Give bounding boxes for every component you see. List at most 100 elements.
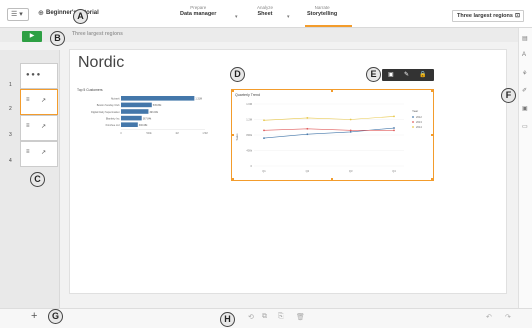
nav-prepare-chevron-icon[interactable]: ▾ [235,14,238,20]
callout-e: E [366,67,381,82]
top-customers-bar-chart[interactable]: Top 5 Customers Nutravit 1.31M Boston Sunda… [77,86,213,146]
line-x-tick-label: Q1 [262,169,266,173]
callout-a: A [73,9,88,24]
undo-icon[interactable]: ⟲ [248,313,254,321]
bar-category-label: Kimchee Ltd [106,124,121,127]
edit-icon[interactable]: ✎ [404,71,409,78]
bar-category-label: Blankety Inc [106,117,120,120]
thumbnail-number: 4 [9,158,12,164]
line-point [306,117,309,119]
nav-analyze-small: Analyze [257,5,274,10]
sheet-icon[interactable]: ▤ [522,35,528,42]
nav-analyze-chevron-icon[interactable]: ▾ [287,14,290,20]
legend-swatch [412,116,414,118]
media-icon[interactable]: ▣ [522,105,528,112]
sheet-selector-label: Three largest regions [457,13,513,19]
bar-x-tick-label: 500k [146,132,152,135]
bar-category-label: Digital Dairy Supermarket [91,111,120,114]
line-chart-icon: ↗ [41,98,47,104]
sheet-list-icon: ⊡ [514,13,520,19]
callout-c: C [30,172,45,187]
callout-b: B [50,31,65,46]
legend-label: 2012 [416,115,422,119]
callout-d: D [230,67,245,82]
thumbnail-slide-4[interactable]: ≡ ↗ [20,141,58,167]
legend-label: 2014 [416,125,422,129]
resize-handle [232,90,234,92]
bar-category-label: Nutravit [111,98,120,101]
global-menu-button[interactable]: ☰ ▾ [7,8,29,21]
story-slide-title: Three largest regions [72,31,123,37]
copy-icon[interactable]: ⎘ [278,313,284,321]
line-y-tick-label: 400k [246,149,252,153]
bar-value-label: 367.84k [143,117,152,120]
shapes-icon[interactable]: ⚘ [522,70,527,77]
legend-swatch [412,126,414,128]
bar-mark [121,115,142,121]
resize-handle [431,134,433,136]
bar-mark [121,122,138,127]
resize-handle [431,178,433,180]
line-point [306,127,309,130]
nav-prepare[interactable]: Prepare Data manager [180,5,216,17]
effects-icon[interactable]: ✐ [522,87,527,94]
line-x-tick-label: Q2 [306,169,310,173]
add-slide-icon[interactable]: + [31,310,37,322]
line-point [263,119,265,122]
lock-icon[interactable]: 🔒 [419,71,426,78]
bar-value-label: 493.03k [149,111,158,114]
back-icon[interactable]: ↶ [486,313,492,321]
thumbnail-slide-3[interactable]: ≡ ↗ [20,115,58,141]
dots-icon: ● ● ● [26,72,41,78]
bar-mark [121,96,195,101]
bar-x-tick-label: 0 [120,132,122,135]
line-chart-icon: ↗ [41,150,47,156]
bar-chart-icon: ≡ [26,97,30,103]
line-point [393,129,395,132]
callout-h: H [220,312,235,327]
line-chart-icon: ↗ [41,124,47,130]
snapshot-icon[interactable]: ▣ [388,71,394,78]
bar-mark [121,102,152,108]
nav-analyze[interactable]: Analyze Sheet [257,5,273,17]
bar-value-label: 1.31M [195,98,202,101]
duplicate-icon[interactable]: ⧉ [262,313,267,321]
active-tab-indicator [305,25,352,27]
nav-narrate[interactable]: Narrate Storytelling [307,5,337,17]
nav-prepare-label: Data manager [180,11,217,17]
legend-label: 2013 [416,120,422,124]
forward-icon[interactable]: ↷ [505,313,511,321]
embed-sheet-icon[interactable]: ▭ [522,123,528,130]
legend-swatch [412,121,414,123]
bar-chart-icon: ≡ [26,123,30,129]
resize-handle [331,178,333,180]
nav-narrate-label: Storytelling [307,11,338,17]
line-point [393,115,395,118]
thumbnail-slide-1[interactable]: ● ● ● [20,63,58,89]
resize-handle [232,178,234,180]
bar-category-label: Boston Sunday Club [97,104,120,107]
line-y-tick-label: 0 [251,164,253,168]
legend-title: Year [412,109,418,113]
bar-mark [121,109,149,114]
resize-handle [431,90,433,92]
quarterly-trend-chart-frame[interactable]: Quarterly Trend 0 400k 800k 1.2M 1.6M Sales Q1 Q… [231,89,434,181]
delete-icon[interactable]: 🗑 [296,313,305,321]
object-toolbar: ▣ ✎ 🔒 [382,69,434,81]
line-point [263,137,265,139]
line-point [263,129,265,132]
line-y-tick-label: 1.2M [246,118,252,122]
line-x-tick-label: Q3 [349,169,353,173]
thumbnail-number: 3 [9,132,12,138]
line-y-axis-label: Sales [235,133,239,141]
callout-f: F [501,88,516,103]
text-icon[interactable]: A [522,52,526,58]
line-point [306,133,309,136]
callout-g: G [48,309,63,324]
bar-value-label: 545.83k [153,104,162,107]
thumbnail-slide-2[interactable]: ≡ ↗ [20,89,58,115]
line-x-tick-label: Q4 [392,169,396,173]
play-story-button[interactable]: ▶ [22,31,42,42]
slide-heading[interactable]: Nordic [78,54,124,72]
sheet-selector[interactable]: Three largest regions ⊡ [452,10,524,22]
